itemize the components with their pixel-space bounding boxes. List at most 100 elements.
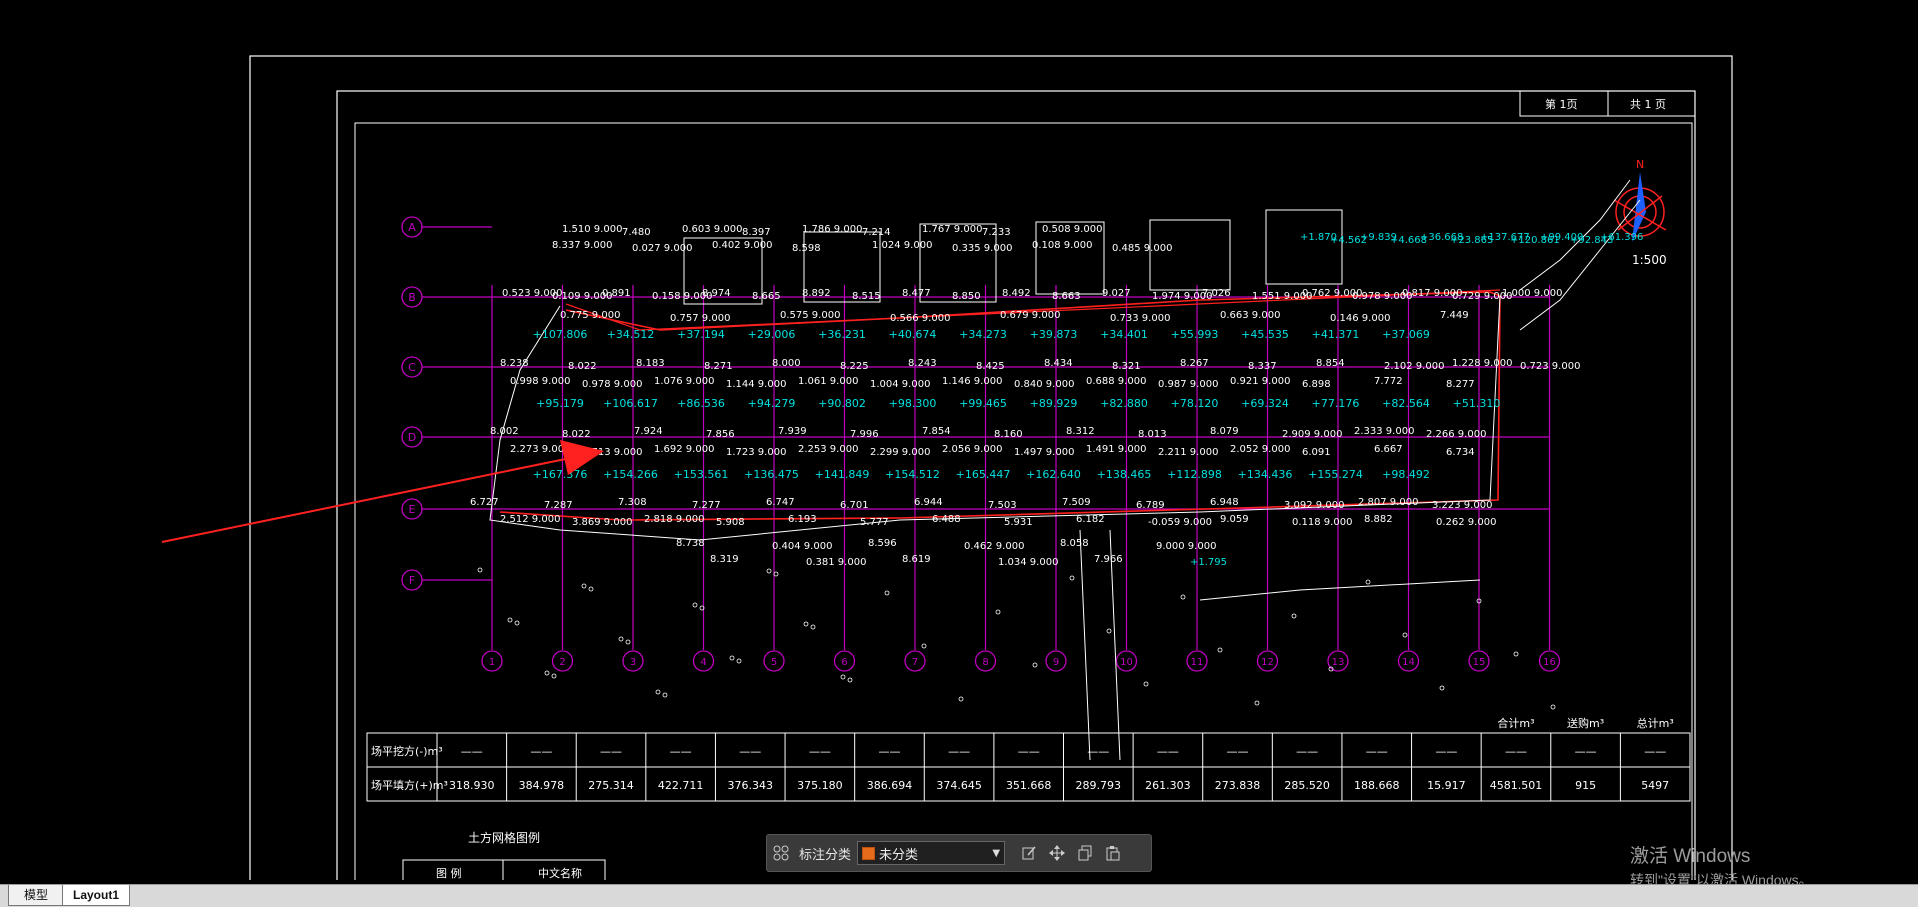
survey-point-marker [581,583,587,589]
survey-point-marker [1069,575,1075,581]
table-fill-value: 374.645 [936,779,982,792]
elevation-label: 8.492 [1002,288,1031,299]
elevation-label: +1.795 [1190,557,1227,568]
row-label: D [408,431,416,444]
elevation-label: 8.850 [952,291,981,302]
fill-volume-label: +98.300 [889,397,937,410]
elevation-label: 2.253 9.000 [798,444,858,455]
elevation-label: 8.434 [1044,358,1073,369]
elevation-label: 0.733 9.000 [1110,313,1170,324]
elevation-label: 1.000 9.000 [1502,288,1562,299]
tab-layout1[interactable]: Layout1 [62,885,130,906]
survey-point-marker [618,636,624,642]
fill-volume-label: +40.674 [889,328,937,341]
elevation-label: 0.891 [602,288,631,299]
table-fill-value: 351.668 [1006,779,1052,792]
paste-icon[interactable] [1099,839,1127,867]
copy-icon[interactable] [1071,839,1099,867]
fill-volume-label: +37.069 [1382,328,1430,341]
table-fill-value: 273.838 [1215,779,1261,792]
column-label: 3 [630,657,636,668]
elevation-label: 1.076 9.000 [654,376,714,387]
elevation-label: 8.267 [1180,358,1209,369]
elevation-label: 8.337 9.000 [552,240,612,251]
fill-volume-label: +55.993 [1171,328,1219,341]
column-label: 7 [912,657,918,668]
elevation-label: +61.396 [1600,232,1643,243]
path-edge [1199,579,1481,601]
table-fill-value: 285.520 [1284,779,1330,792]
fill-volume-label: +106.617 [603,397,658,410]
elevation-label: 6.701 [840,500,869,511]
elevation-label: 8.022 [562,429,591,440]
elevation-label: 7.966 [1094,554,1123,565]
chevron-down-icon: ▼ [992,847,1001,859]
elevation-label: 0.381 9.000 [806,557,866,568]
survey-point-marker [766,568,772,574]
elevation-label: 1.061 9.000 [798,376,858,387]
elevation-label: -0.059 9.000 [1148,517,1212,528]
fill-volume-label: +138.465 [1097,468,1152,481]
legend-header: 中文名称 [538,866,582,880]
table-fill-value: 261.303 [1145,779,1191,792]
table-fill-value: 915 [1575,779,1596,792]
elevation-label: 7.856 [706,429,735,440]
elevation-label: 6.488 [932,514,961,525]
row-label: F [409,574,415,587]
table-cut-value: —— [1157,745,1179,758]
annotation-toolbar: 标注分类 未分类 ▼ [766,834,1152,872]
elevation-label: 0.840 9.000 [1014,379,1074,390]
elevation-label: 1.491 9.000 [1086,444,1146,455]
row-label: B [408,291,416,304]
survey-point-marker [729,655,735,661]
elevation-label: 7.026 [1202,288,1231,299]
elevation-label: 0.603 9.000 [682,224,742,235]
fill-volume-label: +98.492 [1382,468,1430,481]
table-cut-value: —— [1644,745,1666,758]
fill-volume-label: +154.512 [885,468,940,481]
elevation-label: 6.948 [1210,497,1239,508]
elevation-label: 6.182 [1076,514,1105,525]
elevation-label: 8.225 [840,361,869,372]
elevation-label: 8.022 [568,361,597,372]
elevation-label: 0.027 9.000 [632,243,692,254]
fill-volume-label: +155.274 [1308,468,1363,481]
elevation-label: 0.757 9.000 [670,313,730,324]
elevation-label: 6.727 [470,497,499,508]
tab-model[interactable]: 模型 [8,885,64,906]
fill-volume-label: +162.640 [1026,468,1081,481]
elevation-label: 0.978 9.000 [582,379,642,390]
table-cut-value: —— [1366,745,1388,758]
table-fill-value: 5497 [1641,779,1669,792]
table-cut-value: —— [1505,745,1527,758]
survey-point-marker [507,617,513,623]
elevation-label: 8.425 [976,361,1005,372]
fill-volume-label: +69.324 [1241,397,1289,410]
fill-volume-label: +136.475 [744,468,799,481]
grid-icon[interactable] [767,839,795,867]
fill-volume-label: +94.279 [748,397,796,410]
annotation-category-select[interactable]: 未分类 ▼ [857,841,1006,865]
elevation-label: 8.882 [1364,514,1393,525]
cad-drawing-canvas[interactable]: 第 1页 共 1 页 N 1:500 ABCDEF1 2 3 4 5 6 7 8 9 10 11 12… [0,0,1918,880]
table-cut-value: —— [1435,745,1457,758]
elevation-label: 5.777 [860,517,889,528]
elevation-label: 8.312 [1066,426,1095,437]
elevation-label: 8.738 [676,538,705,549]
elevation-label: 8.079 [1210,426,1239,437]
survey-point-marker [1254,700,1260,706]
move-icon[interactable] [1043,839,1071,867]
survey-point-marker [1365,579,1371,585]
elevation-label: 8.665 [752,291,781,302]
elevation-label: 6.734 [1446,447,1475,458]
elevation-label: 6.789 [1136,500,1165,511]
fill-volume-label: +95.179 [536,397,584,410]
elevation-label: 0.462 9.000 [964,541,1024,552]
elevation-label: 0.146 9.000 [1330,313,1390,324]
table-cut-value: —— [1087,745,1109,758]
fill-volume-label: +51.310 [1453,397,1501,410]
elevation-label: 3.869 9.000 [572,517,632,528]
fill-volume-label: +82.880 [1100,397,1148,410]
table-fill-value: 188.668 [1354,779,1400,792]
edit-icon[interactable] [1015,839,1043,867]
